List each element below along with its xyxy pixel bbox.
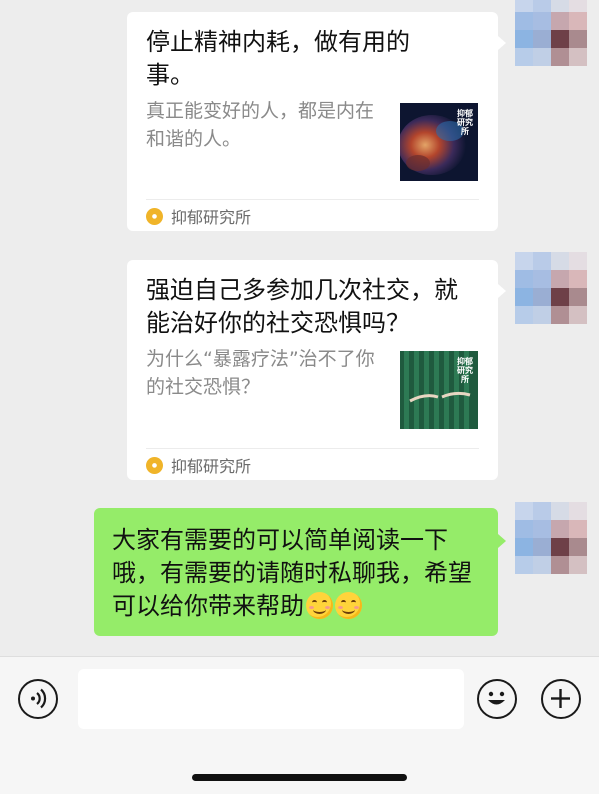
message-input[interactable] bbox=[78, 669, 464, 729]
plus-icon[interactable] bbox=[541, 679, 581, 719]
home-indicator[interactable] bbox=[192, 774, 407, 781]
smiling-face-icon bbox=[335, 592, 362, 619]
article-card[interactable]: 停止精神内耗，做有用的事。 真正能变好的人，都是内在和谐的人。 抑郁研究所 ● … bbox=[127, 12, 506, 231]
avatar[interactable] bbox=[515, 502, 587, 574]
article-title: 强迫自己多参加几次社交，就能治好你的社交恐惧吗？ bbox=[146, 276, 458, 337]
article-source[interactable]: ● 抑郁研究所 bbox=[146, 206, 252, 227]
input-bar bbox=[0, 656, 599, 794]
source-logo-icon: ● bbox=[146, 207, 163, 225]
message-text-container: 大家有需要的可以简单阅读一下哦，有需要的请随时私聊我，希望可以给你带来帮助 bbox=[112, 524, 484, 623]
article-title: 停止精神内耗，做有用的事。 bbox=[146, 28, 410, 89]
source-logo-icon: ● bbox=[146, 456, 163, 474]
article-description: 为什么“暴露疗法”治不了你的社交恐惧？ bbox=[146, 348, 375, 398]
emoji-icon[interactable] bbox=[477, 679, 517, 719]
article-source[interactable]: ● 抑郁研究所 bbox=[146, 455, 252, 476]
voice-icon[interactable] bbox=[18, 679, 58, 719]
message-text: 大家有需要的可以简单阅读一下哦，有需要的请随时私聊我，希望可以给你带来帮助 bbox=[112, 526, 472, 620]
article-card[interactable]: 强迫自己多参加几次社交，就能治好你的社交恐惧吗？ 为什么“暴露疗法”治不了你的社… bbox=[127, 260, 506, 480]
thumbnail-logo: 抑郁研究所 bbox=[457, 109, 473, 136]
smiling-face-icon bbox=[306, 592, 333, 619]
message-bubble[interactable]: 大家有需要的可以简单阅读一下哦，有需要的请随时私聊我，希望可以给你带来帮助 bbox=[94, 508, 506, 636]
article-thumbnail: 抑郁研究所 bbox=[400, 351, 478, 429]
thumbnail-logo: 抑郁研究所 bbox=[457, 357, 473, 384]
source-name: 抑郁研究所 bbox=[171, 457, 252, 476]
article-description: 真正能变好的人，都是内在和谐的人。 bbox=[146, 100, 375, 150]
source-name: 抑郁研究所 bbox=[171, 208, 252, 227]
divider bbox=[146, 199, 479, 200]
article-thumbnail: 抑郁研究所 bbox=[400, 103, 478, 181]
divider bbox=[146, 448, 479, 449]
avatar[interactable] bbox=[515, 252, 587, 324]
avatar[interactable] bbox=[515, 0, 587, 66]
